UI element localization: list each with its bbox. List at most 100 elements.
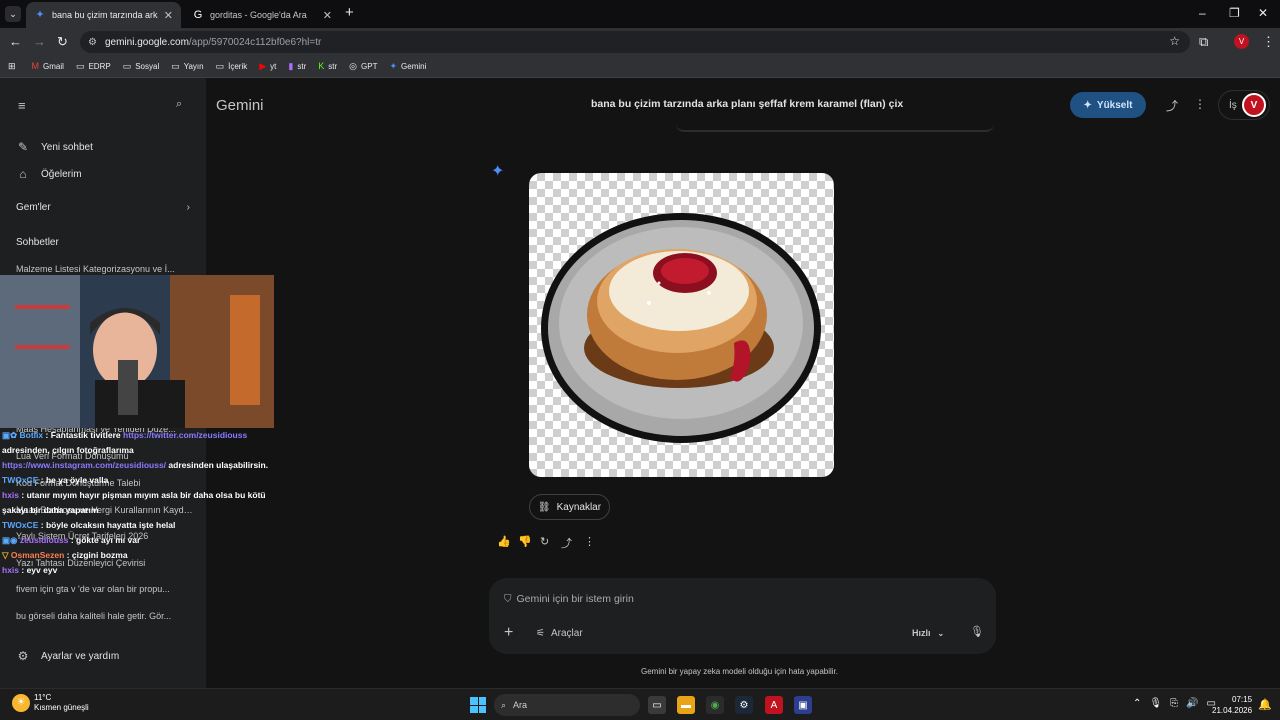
browser-menu-icon[interactable]: ⋮ <box>1262 33 1275 51</box>
bookmark-star-icon[interactable]: ☆ <box>1169 34 1180 48</box>
model-mode-select[interactable]: Hızlı ⌄ <box>912 628 944 638</box>
regenerate-icon[interactable]: ↻ <box>540 535 549 548</box>
url-host: gemini.google.com <box>104 36 189 48</box>
close-tab-icon[interactable]: ✕ <box>323 9 332 22</box>
task-view-icon[interactable]: ▭ <box>648 696 666 714</box>
openai-icon: ◎ <box>349 61 358 71</box>
new-chat-button[interactable]: ✎ Yeni sohbet <box>16 140 93 154</box>
chevron-down-icon: ⌄ <box>937 629 945 638</box>
chat-message: adresinden, çılgın fotoğraflarıma <box>2 445 134 455</box>
chat-message: hxis : eyv eyv <box>2 565 58 575</box>
clock[interactable]: 07:15 21.04.2026 <box>1212 694 1252 716</box>
app-title[interactable]: Gemini <box>216 97 264 114</box>
chrome-icon[interactable]: ◉ <box>706 696 724 714</box>
chevron-up-icon[interactable]: ⌃ <box>1133 698 1141 709</box>
generated-image[interactable] <box>529 173 834 477</box>
restore-icon[interactable]: ❐ <box>1229 6 1240 20</box>
webcam-overlay <box>0 275 274 428</box>
extensions-icon[interactable]: ⧉ <box>1199 33 1208 51</box>
add-attachment-icon[interactable]: + <box>504 624 513 642</box>
volume-icon[interactable]: 🔊 <box>1186 698 1198 709</box>
network-icon[interactable]: ⎘ <box>1170 698 1178 709</box>
taskbar-search[interactable]: ⌕ Ara <box>494 694 640 716</box>
taskbar: ☀ 11°C Kısmen güneşli ⌕ Ara ▭ ▬ ◉ ⚙ A ▣ ⌃ … <box>0 688 1280 720</box>
tab-google-search[interactable]: G gorditas - Google'da Ara ✕ <box>184 2 340 28</box>
app-red-icon[interactable]: A <box>765 696 783 714</box>
app-blue-icon[interactable]: ▣ <box>794 696 812 714</box>
bookmark-gpt[interactable]: ◎ GPT <box>349 61 377 72</box>
new-tab-button[interactable]: + <box>345 5 354 21</box>
start-button[interactable] <box>470 697 486 713</box>
share-icon[interactable]: ⤴ <box>1166 97 1178 114</box>
folder-icon: ▭ <box>171 61 180 71</box>
more-options-icon[interactable]: ⋮ <box>1194 97 1206 111</box>
chat-message: ▣✿ Botlix : Fantastik tivitlere https://… <box>2 430 248 440</box>
gmail-icon: M <box>31 61 40 71</box>
google-favicon-icon: G <box>193 8 203 21</box>
share-response-icon[interactable]: ⤴ <box>561 535 572 551</box>
my-stuff-button[interactable]: ⌂ Öğelerim <box>16 167 81 181</box>
youtube-icon: ▶ <box>259 61 267 71</box>
address-bar[interactable]: ⚙ gemini.google.com/app/5970024c112bf0e6… <box>80 31 1190 53</box>
account-switcher[interactable]: İş V <box>1218 90 1270 120</box>
microphone-icon[interactable]: 🎙 <box>970 625 984 638</box>
disclaimer-text: Gemini bir yapay zeka modeli olduğu için… <box>641 667 838 676</box>
tab-search-button[interactable]: ⌄ <box>5 6 21 22</box>
menu-icon[interactable]: ≡ <box>18 98 26 113</box>
thumbs-up-icon[interactable]: 👍 <box>497 535 511 548</box>
chat-message: TWOxCE : böyle olcaksın hayatta işte hel… <box>2 520 176 530</box>
bookmark-gmail[interactable]: M Gmail <box>31 61 64 72</box>
bookmark-kick[interactable]: Kstr <box>318 62 337 72</box>
bookmark-folder-yayin[interactable]: ▭ Yayın <box>171 61 203 72</box>
reload-icon[interactable]: ↻ <box>57 33 68 51</box>
folder-icon: ▭ <box>122 61 132 71</box>
previous-message-bubble <box>676 124 994 132</box>
close-tab-icon[interactable]: ✕ <box>164 9 173 22</box>
folder-icon: ▭ <box>215 61 225 71</box>
file-explorer-icon[interactable]: ▬ <box>677 696 695 714</box>
stuff-icon: ⌂ <box>19 167 27 181</box>
forward-icon[interactable]: → <box>33 33 46 51</box>
thumbs-down-icon[interactable]: 👎 <box>518 535 532 548</box>
prompt-input[interactable]: ⛉ Gemini için bir istem girin <box>504 593 634 605</box>
gemini-icon: ✦ <box>389 61 398 71</box>
chat-item[interactable]: fivem için gta v 'de var olan bir propu.… <box>16 584 194 594</box>
conversation-title: bana bu çizim tarzında arka planı şeffaf… <box>591 98 904 110</box>
chat-message: ▽ OsmanSezen : çizgini bozma <box>2 550 128 560</box>
apps-grid-icon[interactable]: ⊞ <box>8 62 20 71</box>
bookmark-twitch[interactable]: ▮ str <box>288 62 306 72</box>
more-actions-icon[interactable]: ⋮ <box>584 535 595 548</box>
sun-icon: ☀ <box>12 694 30 712</box>
bookmark-gemini[interactable]: ✦ Gemini <box>389 61 426 72</box>
tab-gemini[interactable]: ✦ bana bu çizim tarzında arka pla ✕ <box>26 2 181 28</box>
gems-section[interactable]: Gem'ler › <box>16 202 190 213</box>
chat-badge-icon: ▣◉ <box>2 535 20 545</box>
site-info-icon[interactable]: ⚙ <box>88 37 97 48</box>
tab-strip: ⌄ ✦ bana bu çizim tarzında arka pla ✕ G … <box>0 0 1280 28</box>
chevron-right-icon: › <box>186 202 190 213</box>
settings-help-button[interactable]: ⚙ Ayarlar ve yardım <box>16 649 120 663</box>
bookmark-folder-icerik[interactable]: ▭ İçerik <box>215 61 248 72</box>
search-icon[interactable]: ⌕ <box>176 98 182 111</box>
chat-badge-icon: ▣✿ <box>2 430 20 440</box>
profile-avatar-icon[interactable]: V <box>1234 34 1249 49</box>
back-icon[interactable]: ← <box>9 33 22 51</box>
chat-item[interactable]: Malzeme Listesi Kategorizasyonu ve İ... <box>16 264 194 274</box>
weather-widget[interactable]: ☀ 11°C Kısmen güneşli <box>12 693 89 713</box>
tools-button[interactable]: ⚟ Araçlar <box>536 628 583 639</box>
minimize-icon[interactable]: – <box>1199 6 1206 20</box>
chat-badge-icon: ▽ <box>2 550 11 560</box>
close-window-icon[interactable]: ✕ <box>1258 6 1268 20</box>
bookmark-youtube[interactable]: ▶ yt <box>259 61 276 72</box>
notification-bell-icon[interactable]: 🔔 <box>1258 698 1272 711</box>
upgrade-button[interactable]: ✦ Yükselt <box>1070 92 1146 118</box>
steam-icon[interactable]: ⚙ <box>735 696 753 714</box>
sources-button[interactable]: ⛓ Kaynaklar <box>529 494 610 520</box>
chats-heading: Sohbetler <box>16 237 59 248</box>
gemini-favicon-icon: ✦ <box>35 8 45 21</box>
bookmark-folder-edrp[interactable]: ▭ EDRP <box>76 62 111 72</box>
chat-item[interactable]: bu görseli daha kaliteli hale getir. Gör… <box>16 611 194 621</box>
bookmark-folder-sosyal[interactable]: ▭ Sosyal <box>122 61 160 72</box>
mic-tray-icon[interactable]: 🎙 <box>1149 698 1162 709</box>
link-icon: ⛓ <box>537 501 551 513</box>
